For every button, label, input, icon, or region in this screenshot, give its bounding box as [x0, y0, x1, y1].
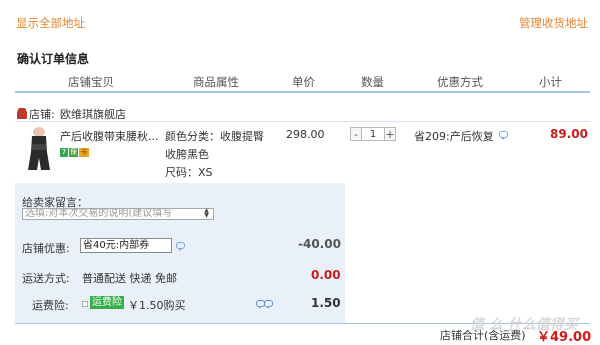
shop-discount-amount: -40.00 — [298, 237, 341, 251]
message-scroll-arrows-icon[interactable]: ▲ ▼ — [202, 208, 211, 219]
product-image[interactable] — [26, 126, 52, 172]
show-all-address-link[interactable]: 显示全部地址 — [16, 15, 85, 31]
attr-color: 颜色分类：收腹提臀 — [165, 130, 264, 143]
promotion-chat-icon[interactable] — [499, 131, 508, 140]
shop-label: 店铺: — [29, 108, 55, 121]
shop-divider — [15, 121, 590, 122]
shipping-amount: 0.00 — [311, 268, 341, 282]
column-header-price: 单价 — [292, 75, 315, 89]
insurance-info-icon[interactable] — [264, 300, 273, 309]
unit-price: 298.00 — [286, 128, 325, 141]
guarantee-badge: 保 — [69, 148, 78, 157]
insurance-amount: 1.50 — [311, 296, 341, 310]
manage-address-link[interactable]: 管理收货地址 — [519, 15, 588, 31]
item-subtotal: 89.00 — [550, 127, 588, 141]
header-divider — [15, 91, 590, 93]
insurance-label: 运费险: — [32, 299, 69, 312]
insurance-tag: 运费险 — [90, 296, 124, 309]
attr-size: 尺码：XS — [165, 166, 213, 179]
column-header-subtotal: 小计 — [539, 75, 562, 89]
insurance-price-text: ￥1.50购买 — [128, 299, 186, 312]
quantity-minus-button[interactable]: - — [350, 127, 362, 141]
shop-name[interactable]: 欧维琪旗舰店 — [60, 106, 126, 122]
promotion-text: 省209:产后恢复 — [414, 130, 494, 143]
column-header-attributes: 商品属性 — [193, 75, 239, 89]
column-header-item: 店铺宝贝 — [68, 75, 114, 89]
shipping-label: 运送方式: — [22, 272, 70, 285]
shipping-method: 普通配送 快递 免邮 — [82, 272, 177, 285]
column-header-quantity: 数量 — [361, 75, 384, 89]
shop-discount-label: 店铺优惠: — [22, 242, 70, 255]
seven-day-return-badge: 7 — [60, 148, 68, 157]
message-to-seller-input[interactable]: 选填:对本次交易的说明(建议填写 — [22, 208, 214, 220]
insurance-checkbox[interactable] — [82, 301, 88, 307]
quantity-input[interactable] — [362, 127, 384, 141]
column-header-promotion: 优惠方式 — [437, 75, 483, 89]
quantity-plus-button[interactable]: + — [384, 127, 396, 141]
site-watermark: 值 么 什么值得买 — [470, 317, 578, 333]
shop-icon — [17, 108, 27, 119]
section-title: 确认订单信息 — [17, 52, 90, 66]
credit-card-badge: 卡 — [79, 148, 89, 157]
shop-discount-select[interactable]: 省40元:内部券 — [80, 238, 172, 253]
attr-color-2: 收胯黑色 — [165, 148, 209, 161]
shop-discount-chat-icon[interactable] — [176, 242, 185, 251]
product-title-link[interactable]: 产后收腹带束腰秋... — [60, 128, 159, 144]
